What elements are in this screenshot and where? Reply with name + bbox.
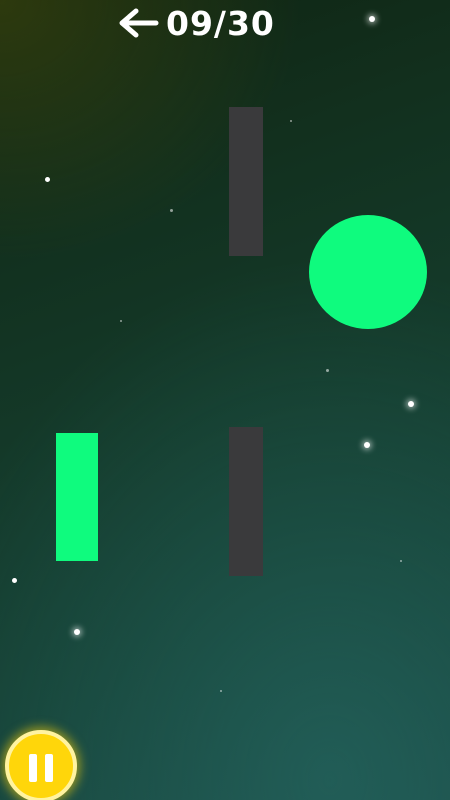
pause-icon [29,754,37,782]
star [364,442,370,448]
wall-obstacle-bottom [229,427,263,576]
star [74,629,80,635]
star [326,369,329,372]
wall-obstacle-top [229,107,263,256]
star [45,177,50,182]
star [290,120,292,122]
star [408,401,414,407]
target-ball[interactable] [309,215,427,329]
pause-button[interactable] [5,730,77,800]
star [400,560,402,562]
star [220,690,222,692]
hud-header: 09/30 [0,0,450,48]
pause-icon [45,754,53,782]
star [120,320,122,322]
arrow-left-icon[interactable] [116,6,160,40]
level-counter: 09/30 [166,4,275,43]
player-block[interactable] [56,433,98,561]
game-stage[interactable]: 09/30 [0,0,450,800]
star [12,578,17,583]
star [170,209,173,212]
